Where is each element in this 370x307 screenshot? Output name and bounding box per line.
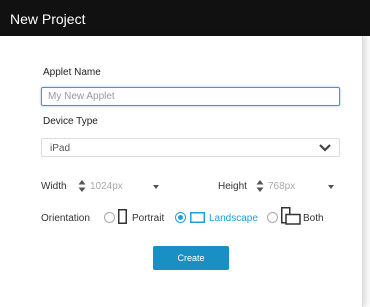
new-project-dialog: New Project Applet Name Device Type iPad… xyxy=(0,0,370,307)
caret-down-icon[interactable] xyxy=(153,185,159,189)
spinner-arrows-icon[interactable] xyxy=(256,180,264,192)
dialog-title: New Project xyxy=(10,11,86,27)
orientation-portrait-radio[interactable] xyxy=(104,212,115,223)
device-type-label: Device Type xyxy=(43,116,98,127)
device-type-value: iPad xyxy=(50,143,71,154)
orientation-portrait-label: Portrait xyxy=(132,213,165,224)
height-value: 768px xyxy=(268,181,296,192)
width-value: 1024px xyxy=(90,181,123,192)
orientation-label: Orientation xyxy=(41,213,90,224)
both-orientations-icon xyxy=(281,207,301,225)
dialog-titlebar: New Project xyxy=(0,0,370,36)
applet-name-input[interactable] xyxy=(41,87,340,106)
height-label: Height xyxy=(218,181,247,192)
orientation-landscape-radio[interactable] xyxy=(175,212,186,223)
width-stepper[interactable]: 1024px xyxy=(78,178,162,194)
create-button[interactable]: Create xyxy=(153,246,229,270)
landscape-device-icon xyxy=(190,212,205,223)
spinner-arrows-icon[interactable] xyxy=(78,180,86,192)
chevron-down-icon xyxy=(319,144,331,152)
orientation-both-label: Both xyxy=(303,213,324,224)
orientation-landscape-label: Landscape xyxy=(209,213,258,224)
device-type-select[interactable]: iPad xyxy=(41,138,340,157)
applet-name-label: Applet Name xyxy=(43,67,101,78)
width-label: Width xyxy=(41,181,67,192)
height-stepper[interactable]: 768px xyxy=(256,178,340,194)
orientation-both-radio[interactable] xyxy=(267,212,278,223)
caret-down-icon[interactable] xyxy=(328,185,334,189)
portrait-device-icon xyxy=(118,209,127,224)
